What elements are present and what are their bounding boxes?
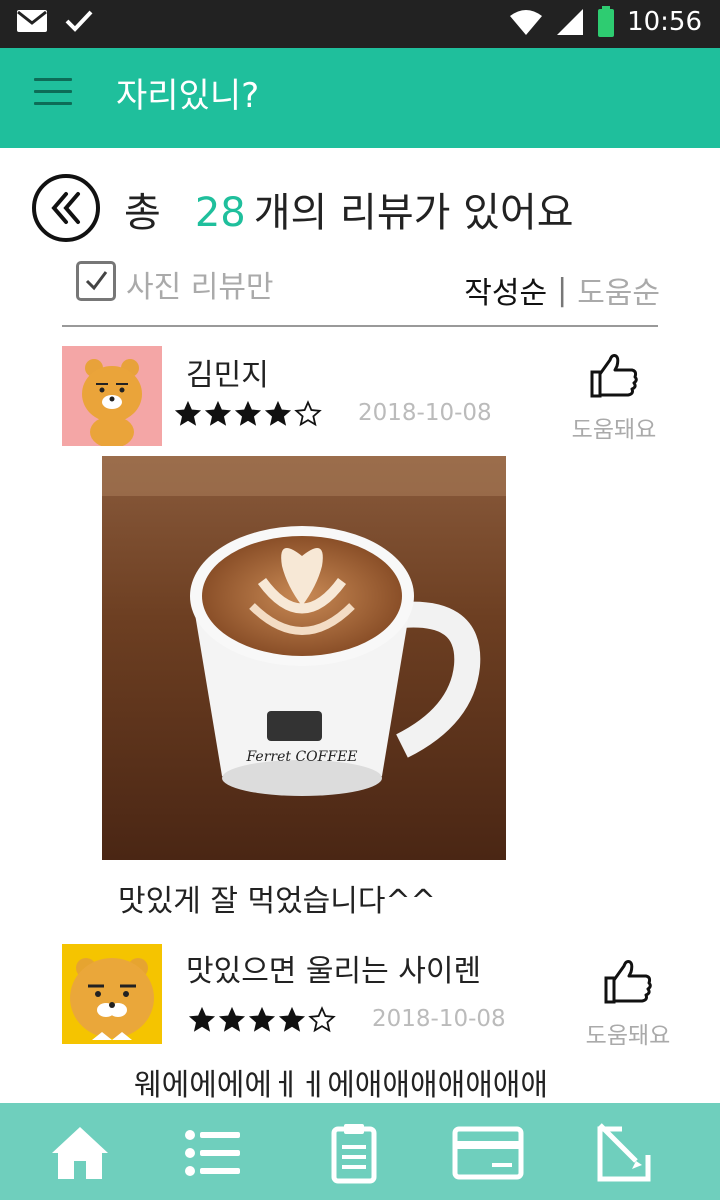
review-text: 웨에에에에ㅔㅔ에애애애애애애애 bbox=[134, 1068, 548, 1103]
nav-card[interactable] bbox=[452, 1117, 524, 1189]
wifi-icon bbox=[510, 10, 543, 35]
nav-list[interactable] bbox=[176, 1117, 248, 1189]
reviewer-name: 김민지 bbox=[186, 358, 269, 393]
signal-icon bbox=[557, 9, 584, 35]
star-empty-icon bbox=[308, 1006, 336, 1033]
sort-by-helpful[interactable]: 도움순 bbox=[577, 268, 660, 312]
star-rating bbox=[188, 1006, 336, 1034]
star-empty-icon bbox=[294, 400, 322, 427]
review-date: 2018-10-08 bbox=[372, 1006, 506, 1032]
battery-icon bbox=[598, 6, 615, 37]
divider bbox=[62, 325, 658, 327]
review-count: 28 bbox=[194, 190, 246, 236]
star-filled-icon bbox=[248, 1006, 276, 1032]
star-filled-icon bbox=[278, 1006, 306, 1032]
sort-separator: | bbox=[557, 272, 568, 308]
summary-suffix: 개의 리뷰가 있어요 bbox=[253, 190, 574, 236]
bear-character-icon bbox=[82, 359, 142, 446]
star-filled-icon bbox=[174, 400, 202, 426]
mail-icon bbox=[17, 10, 47, 32]
helpful-button[interactable]: 도움돼요 bbox=[578, 956, 678, 1050]
checkmark-icon bbox=[85, 271, 108, 291]
star-rating bbox=[174, 400, 322, 428]
star-filled-icon bbox=[188, 1006, 216, 1032]
clock-time: 10:56 bbox=[627, 7, 702, 37]
star-filled-icon bbox=[264, 400, 292, 426]
clipboard-icon bbox=[331, 1124, 377, 1184]
sort-by-date[interactable]: 작성순 bbox=[464, 268, 547, 312]
thumbs-up-icon bbox=[590, 354, 638, 398]
cup-logo-text: Ferret COFFEE bbox=[245, 749, 357, 765]
star-filled-icon bbox=[204, 400, 232, 426]
nav-clipboard[interactable] bbox=[318, 1117, 390, 1189]
filter-row: 사진 리뷰만 작성순 | 도움순 bbox=[76, 258, 660, 311]
review-summary: 총 28 개의 리뷰가 있어요 bbox=[124, 180, 574, 238]
reviewer-avatar bbox=[62, 346, 162, 446]
lion-character-icon bbox=[70, 958, 154, 1040]
review-text: 맛있게 잘 먹었습니다^^ bbox=[118, 884, 436, 919]
helpful-label: 도움돼요 bbox=[585, 1023, 671, 1049]
helpful-label: 도움돼요 bbox=[571, 417, 657, 443]
card-icon bbox=[452, 1126, 524, 1180]
sort-options: 작성순 | 도움순 bbox=[464, 268, 660, 312]
summary-prefix: 총 bbox=[124, 190, 161, 236]
menu-icon[interactable] bbox=[34, 78, 72, 108]
star-filled-icon bbox=[234, 400, 262, 426]
bottom-navigation bbox=[0, 1103, 720, 1200]
review-date: 2018-10-08 bbox=[358, 400, 492, 426]
app-title: 자리있니? bbox=[116, 76, 260, 116]
photo-only-label: 사진 리뷰만 bbox=[126, 270, 274, 305]
review-photo[interactable]: Ferret COFFEE bbox=[102, 456, 506, 860]
thumbs-up-icon bbox=[604, 960, 652, 1004]
nav-edit[interactable] bbox=[588, 1117, 660, 1189]
reviewer-name: 맛있으면 울리는 사이렌 bbox=[186, 954, 482, 989]
reviewer-avatar bbox=[62, 944, 162, 1044]
photo-only-checkbox[interactable] bbox=[76, 261, 116, 301]
nav-home[interactable] bbox=[44, 1117, 116, 1189]
home-icon bbox=[52, 1127, 108, 1179]
helpful-button[interactable]: 도움돼요 bbox=[564, 350, 664, 444]
edit-icon bbox=[597, 1123, 651, 1182]
app-bar: 자리있니? bbox=[0, 48, 720, 148]
star-filled-icon bbox=[218, 1006, 246, 1032]
back-button[interactable] bbox=[32, 174, 100, 242]
check-icon bbox=[65, 10, 93, 32]
double-chevron-left-icon bbox=[51, 192, 80, 224]
list-icon bbox=[185, 1130, 240, 1176]
coffee-cup-image: Ferret COFFEE bbox=[102, 456, 506, 860]
status-bar: 10:56 bbox=[0, 0, 720, 48]
